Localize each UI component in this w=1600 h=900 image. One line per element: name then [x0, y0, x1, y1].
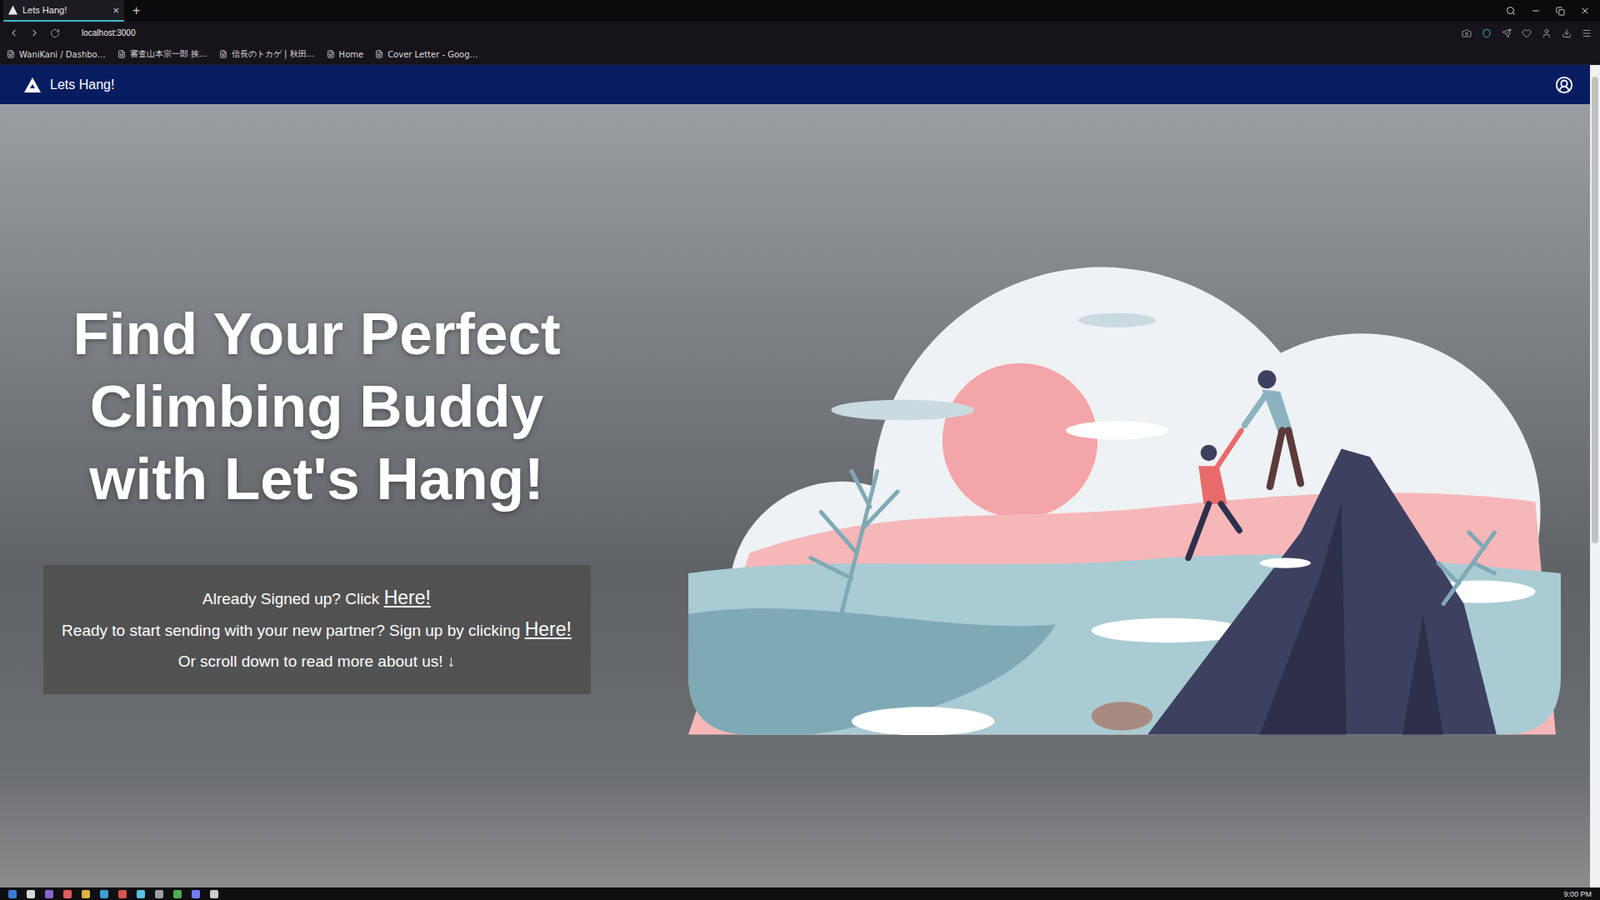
bookmark[interactable]: 信長のトカゲ | 秋田… — [219, 48, 315, 60]
cta-line: Ready to start sending with your new par… — [61, 616, 572, 644]
scrollbar-thumb[interactable] — [1591, 76, 1599, 544]
taskbar-app-icon[interactable] — [191, 890, 200, 899]
tab-strip: Lets Hang! × + — [0, 0, 1600, 22]
close-icon[interactable] — [1580, 5, 1590, 16]
send-icon[interactable] — [1501, 28, 1512, 39]
download-icon[interactable] — [1561, 28, 1572, 39]
forward-icon[interactable] — [29, 27, 40, 39]
taskbar: 9:00 PM — [0, 887, 1600, 900]
taskbar-app-icon[interactable] — [45, 890, 54, 899]
taskbar-app-icon[interactable] — [118, 890, 127, 899]
shield-icon[interactable] — [1481, 28, 1492, 39]
restore-icon[interactable] — [1555, 6, 1565, 16]
new-tab-button[interactable]: + — [124, 0, 149, 22]
hero-heading: Find Your PerfectClimbing Buddywith Let'… — [72, 297, 560, 515]
bookmarks-bar: WaniKani / Dashbo… 審査山本宗一郎 挨… 信長のトカゲ | 秋田…… — [0, 44, 1600, 65]
page-icon — [375, 50, 384, 59]
page-icon — [117, 50, 126, 59]
browser-tab[interactable]: Lets Hang! × — [3, 0, 125, 22]
taskbar-app-icon[interactable] — [8, 890, 17, 899]
scrollbar[interactable] — [1590, 65, 1600, 888]
bookmark[interactable]: 審査山本宗一郎 挨… — [117, 48, 208, 60]
page-icon — [326, 50, 335, 59]
web-page: Lets Hang! Find Your PerfectClimbing Budd… — [0, 65, 1590, 888]
user-account-icon[interactable] — [1555, 75, 1574, 95]
cta-box: Already Signed up? Click Here! Ready to s… — [43, 565, 591, 695]
climbing-illustration — [688, 266, 1561, 735]
favicon-icon — [8, 5, 18, 15]
climber-man — [1244, 370, 1300, 487]
taskbar-app-icon[interactable] — [155, 890, 164, 899]
address-bar: localhost:3000 — [0, 21, 1600, 45]
hero-section: Find Your PerfectClimbing Buddywith Let'… — [0, 104, 1590, 888]
brand-name[interactable]: Lets Hang! — [50, 77, 115, 93]
page-icon — [219, 50, 228, 59]
taskbar-app-icon[interactable] — [100, 890, 109, 899]
desktop-screen: Lets Hang! × + localhost:3000 WaniKani / Das… — [0, 0, 1600, 900]
bookmark[interactable]: Cover Letter - Goog… — [375, 50, 478, 60]
climber-woman — [1188, 430, 1242, 559]
taskbar-app-icon[interactable] — [173, 890, 182, 899]
leaves — [790, 470, 1495, 716]
bookmark[interactable]: WaniKani / Dashbo… — [6, 50, 106, 60]
taskbar-app-icon[interactable] — [81, 890, 90, 899]
taskbar-app-icon[interactable] — [63, 890, 72, 899]
bookmark[interactable]: Home — [326, 50, 365, 60]
tab-label: Lets Hang! — [22, 5, 108, 15]
cta-line: Or scroll down to read more about us! ↓ — [178, 648, 456, 675]
here-link[interactable]: Here! — [525, 618, 572, 640]
reload-icon[interactable] — [50, 28, 60, 39]
navbar: Lets Hang! — [0, 65, 1590, 105]
minimize-icon[interactable] — [1530, 5, 1541, 16]
taskbar-clock: 9:00 PM — [1563, 890, 1592, 899]
here-link[interactable]: Here! — [384, 586, 431, 609]
window-controls — [1505, 0, 1600, 22]
profile-icon[interactable] — [1541, 28, 1552, 39]
taskbar-app-icon[interactable] — [26, 890, 35, 899]
menu-icon[interactable] — [1581, 28, 1592, 39]
cta-line: Already Signed up? Click Here! — [202, 585, 431, 612]
taskbar-app-icon[interactable] — [210, 890, 219, 899]
camera-icon[interactable] — [1461, 28, 1472, 39]
search-icon[interactable] — [1505, 5, 1516, 16]
address-field[interactable]: localhost:3000 — [81, 28, 136, 38]
taskbar-app-icon[interactable] — [136, 890, 145, 899]
hero-text: Find Your PerfectClimbing Buddywith Let'… — [0, 104, 634, 888]
tab-close-button[interactable]: × — [112, 4, 120, 17]
mountain-logo-icon[interactable] — [23, 76, 42, 94]
heart-icon[interactable] — [1521, 28, 1532, 39]
page-icon — [6, 50, 15, 59]
back-icon[interactable] — [8, 27, 20, 39]
